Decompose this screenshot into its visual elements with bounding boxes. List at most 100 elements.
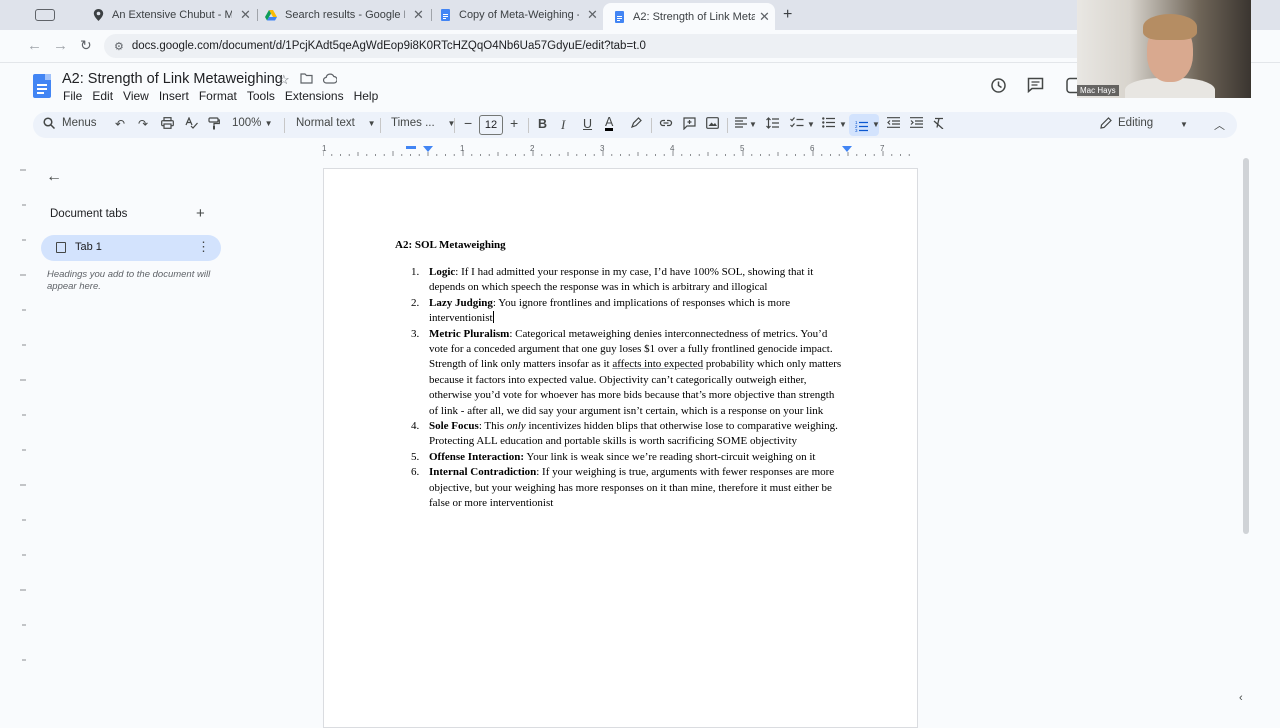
bulleted-list-icon[interactable] (822, 117, 835, 131)
sidebar-item-tab-1[interactable]: Tab 1 ⋮ (41, 235, 221, 261)
chevron-down-icon[interactable]: ▼ (1180, 120, 1188, 129)
list-item[interactable]: 3. Metric Pluralism: Categorical metawei… (394, 327, 844, 419)
italic-icon[interactable]: I (561, 117, 565, 133)
map-pin-icon (92, 9, 104, 21)
comments-icon[interactable] (1027, 77, 1044, 98)
menu-format[interactable]: Format (199, 89, 237, 103)
more-vert-icon[interactable]: ⋮ (197, 239, 210, 255)
document-title[interactable]: A2: Strength of Link Metaweighing (62, 71, 283, 87)
increase-font-size-icon[interactable]: + (510, 115, 518, 131)
undo-icon[interactable]: ↶ (115, 117, 125, 131)
docs-logo-icon[interactable] (33, 74, 51, 98)
back-arrow-icon[interactable]: ← (46, 168, 62, 186)
spellcheck-icon[interactable] (185, 116, 198, 132)
menu-edit[interactable]: Edit (92, 89, 113, 103)
horizontal-ruler[interactable]: 1 1 2 3 4 5 6 7 (322, 144, 919, 156)
browser-tab-title: Copy of Meta-Weighing - Goo (459, 9, 579, 21)
tab-groups-icon[interactable] (35, 9, 55, 21)
menu-help[interactable]: Help (354, 89, 379, 103)
chevron-down-icon[interactable]: ▼ (872, 120, 880, 129)
ruler-number: 7 (880, 144, 885, 153)
link-icon[interactable] (659, 117, 673, 131)
menu-file[interactable]: File (63, 89, 82, 103)
browser-tab[interactable]: Search results - Google Drive ✕ (265, 4, 424, 26)
style-select[interactable]: Normal text ▼ (296, 117, 376, 129)
search-icon[interactable] (43, 117, 56, 132)
add-tab-icon[interactable]: + (196, 205, 205, 222)
toolbar-divider (380, 118, 381, 133)
close-icon[interactable]: ✕ (413, 7, 424, 23)
zoom-select[interactable]: 100% ▼ (232, 117, 273, 129)
list-number: 1. (411, 266, 420, 278)
svg-text:3: 3 (855, 128, 858, 132)
url-field[interactable]: ⚙ docs.google.com/document/d/1PcjKAdt5qe… (104, 34, 1104, 58)
menu-view[interactable]: View (123, 89, 149, 103)
list-item[interactable]: 1. Logic: If I had admitted your respons… (394, 265, 844, 296)
comment-add-icon[interactable] (683, 117, 696, 133)
increase-indent-icon[interactable] (910, 117, 923, 131)
new-tab-button[interactable]: + (783, 4, 792, 26)
editing-mode-select[interactable]: Editing (1118, 117, 1153, 129)
print-icon[interactable] (161, 117, 174, 132)
close-icon[interactable]: ✕ (759, 9, 770, 25)
chevron-down-icon: ▼ (264, 119, 273, 128)
bold-icon[interactable]: B (538, 117, 547, 131)
list-item[interactable]: 6. Internal Contradiction: If your weigh… (394, 465, 844, 511)
list-item[interactable]: 4. Sole Focus: This only incentivizes hi… (394, 419, 844, 450)
document-page[interactable]: A2: SOL Metaweighing 1. Logic: If I had … (323, 168, 918, 728)
toolbar-divider (528, 118, 529, 133)
line-spacing-icon[interactable] (766, 117, 779, 132)
version-history-icon[interactable] (990, 77, 1007, 99)
decrease-indent-icon[interactable] (887, 117, 900, 131)
menu-extensions[interactable]: Extensions (285, 89, 344, 103)
style-value: Normal text (296, 117, 355, 129)
star-icon[interactable]: ☆ (278, 72, 290, 88)
list-item[interactable]: 5. Offense Interaction: Your link is wea… (394, 450, 844, 465)
reload-icon[interactable]: ↻ (80, 37, 92, 54)
highlight-icon[interactable] (630, 117, 642, 132)
flagged-phrase[interactable]: affects into expected (612, 358, 703, 370)
item-text: : This (478, 420, 507, 433)
font-size-input[interactable]: 12 (479, 115, 503, 135)
list-item[interactable]: 2. Lazy Judging: You ignore frontlines a… (394, 296, 844, 327)
font-select[interactable]: Times ... ▼ (391, 117, 455, 129)
browser-tab[interactable]: An Extensive Chubut - Map ✕ (92, 4, 251, 26)
chevron-down-icon[interactable]: ▼ (807, 120, 815, 129)
forward-icon[interactable]: → (53, 37, 68, 54)
text-color-icon[interactable]: A (605, 116, 614, 131)
site-info-icon[interactable]: ⚙ (114, 40, 124, 53)
browser-tab[interactable]: Copy of Meta-Weighing - Goo ✕ (439, 4, 598, 26)
redo-icon[interactable]: ↷ (138, 117, 148, 131)
align-icon[interactable] (735, 117, 748, 131)
chevron-left-icon[interactable]: ‹ (1239, 692, 1243, 704)
chevron-up-icon[interactable]: ︿ (1214, 117, 1225, 133)
scrollbar-thumb[interactable] (1243, 158, 1249, 534)
item-text: Your link is weak since we’re reading sh… (524, 450, 816, 463)
menu-insert[interactable]: Insert (159, 89, 189, 103)
clear-formatting-icon[interactable] (933, 117, 945, 132)
decrease-font-size-icon[interactable]: − (464, 115, 472, 131)
docs-icon (439, 9, 451, 21)
browser-tab-title: Search results - Google Drive (285, 9, 405, 21)
vertical-scrollbar[interactable] (1241, 158, 1251, 720)
insert-image-icon[interactable] (706, 117, 719, 132)
cloud-status-icon[interactable] (322, 72, 338, 87)
underline-icon[interactable]: U (583, 117, 592, 131)
menus-search[interactable]: Menus (62, 117, 97, 129)
browser-tab-active[interactable]: A2: Strength of Link Metaweigh ✕ (603, 3, 775, 30)
vertical-ruler[interactable] (18, 165, 28, 720)
pencil-icon[interactable] (1100, 117, 1112, 132)
move-folder-icon[interactable] (300, 72, 313, 87)
chevron-down-icon[interactable]: ▼ (749, 120, 757, 129)
chevron-down-icon: ▼ (367, 119, 376, 128)
ruler-number: 1 (460, 144, 465, 153)
paint-format-icon[interactable] (208, 117, 220, 133)
menu-tools[interactable]: Tools (247, 89, 275, 103)
close-icon[interactable]: ✕ (587, 7, 598, 23)
chevron-down-icon[interactable]: ▼ (839, 120, 847, 129)
back-icon[interactable]: ← (27, 37, 42, 54)
tab-search-icon[interactable] (30, 4, 55, 26)
drive-icon (265, 9, 277, 21)
checklist-icon[interactable] (790, 117, 804, 131)
close-icon[interactable]: ✕ (240, 7, 251, 23)
